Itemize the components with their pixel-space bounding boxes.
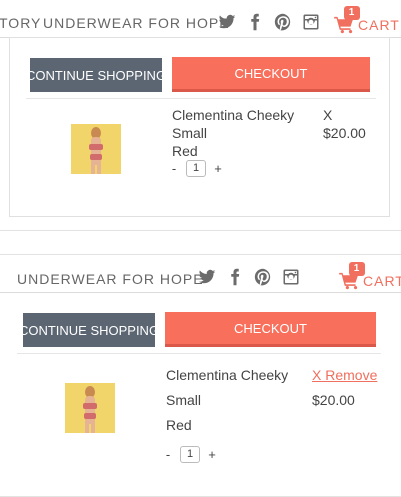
quantity-input[interactable]: 1 (180, 446, 200, 463)
quantity-decrease-button[interactable]: - (162, 447, 174, 462)
product-image (65, 383, 115, 433)
cart-link[interactable]: 1 CART (339, 262, 401, 290)
brand-partial-text: TORY (0, 15, 42, 31)
pinterest-icon[interactable] (274, 13, 292, 31)
item-name: Clementina Cheeky (172, 107, 295, 123)
quantity-decrease-button[interactable]: - (168, 161, 180, 176)
item-size: Small (172, 125, 208, 141)
item-size: Small (166, 392, 202, 408)
divider (17, 353, 381, 354)
continue-shopping-button[interactable]: CONTINUE SHOPPING (19, 313, 159, 347)
quantity-stepper: - 1 + (162, 446, 218, 463)
site-header: UNDERWEAR FOR HOPE 1 CART (0, 255, 401, 293)
twitter-icon[interactable] (198, 268, 216, 286)
item-name: Clementina Cheeky (166, 367, 289, 383)
cart-label: CART (358, 17, 400, 33)
cart-icon: 1 (339, 262, 365, 290)
facebook-icon[interactable] (246, 13, 264, 31)
brand-link[interactable]: UNDERWEAR FOR HOPE (17, 271, 204, 287)
cart-count-badge: 1 (344, 6, 360, 20)
divider (26, 98, 376, 99)
cart-popup-view-a: TORY UNDERWEAR FOR HOPE 1 CART CONTINUE … (0, 0, 401, 231)
cart-count-badge: 1 (349, 262, 365, 276)
product-image (71, 124, 121, 174)
quantity-stepper: - 1 + (168, 160, 224, 177)
instagram-icon[interactable] (282, 268, 300, 286)
checkout-button[interactable]: CHECKOUT (165, 312, 376, 347)
quantity-increase-button[interactable]: + (212, 161, 224, 176)
continue-shopping-button[interactable]: CONTINUE SHOPPING (26, 58, 166, 92)
quantity-increase-button[interactable]: + (206, 447, 218, 462)
quantity-input[interactable]: 1 (186, 160, 206, 177)
item-color: Red (172, 143, 198, 159)
twitter-icon[interactable] (218, 13, 236, 31)
checkout-button[interactable]: CHECKOUT (172, 57, 370, 92)
product-thumbnail[interactable] (71, 124, 121, 174)
facebook-icon[interactable] (226, 268, 244, 286)
item-price: $20.00 (312, 392, 355, 408)
cart-icon: 1 (334, 6, 360, 34)
site-header: TORY UNDERWEAR FOR HOPE 1 CART (0, 0, 401, 38)
item-color: Red (166, 417, 192, 433)
brand-link[interactable]: UNDERWEAR FOR HOPE (43, 15, 230, 31)
product-thumbnail[interactable] (65, 383, 115, 433)
item-price: $20.00 (323, 125, 366, 141)
pinterest-icon[interactable] (254, 268, 272, 286)
social-links (218, 13, 330, 31)
remove-item-link[interactable]: X (323, 107, 332, 123)
cart-link[interactable]: 1 CART (334, 6, 400, 34)
remove-item-link[interactable]: X Remove (312, 367, 377, 383)
social-links (198, 268, 310, 286)
cart-popup-view-b: UNDERWEAR FOR HOPE 1 CART CONTINUE SHOPP… (0, 254, 401, 497)
cart-label: CART (363, 273, 401, 289)
instagram-icon[interactable] (302, 13, 320, 31)
